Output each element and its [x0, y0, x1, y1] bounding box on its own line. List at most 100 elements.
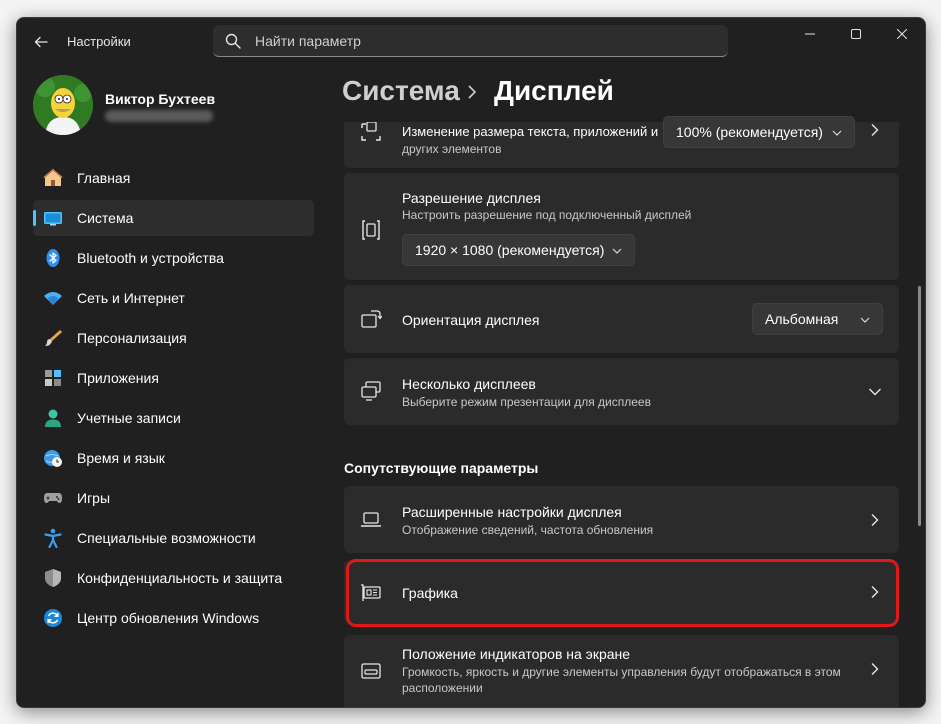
brush-icon — [43, 328, 63, 348]
sidebar-item-label: Bluetooth и устройства — [77, 250, 224, 266]
advanced-display-subtitle: Отображение сведений, частота обновления — [402, 523, 654, 537]
laptop-icon — [360, 512, 382, 527]
home-icon — [43, 168, 63, 188]
sidebar-item-label: Конфиденциальность и защита — [77, 570, 283, 586]
sidebar-item-label: Сеть и Интернет — [77, 290, 185, 306]
chevron-down-icon — [832, 130, 842, 136]
scale-dropdown-value: 100% (рекомендуется) — [676, 124, 823, 140]
monitor-icon — [43, 208, 63, 228]
sidebar-item-label: Главная — [77, 170, 131, 186]
multiple-displays-subtitle: Выберите режим презентации для дисплеев — [402, 395, 651, 409]
sidebar-item-label: Персонализация — [77, 330, 187, 346]
user-name: Виктор Бухтеев — [105, 91, 216, 107]
orientation-dropdown[interactable]: Альбомная — [752, 303, 883, 335]
indicator-position-card[interactable]: Положение индикаторов на экране Громкост… — [344, 635, 899, 707]
chevron-right-icon — [871, 663, 879, 675]
sidebar-item-label: Система — [77, 210, 134, 226]
scale-setting-card: Изменение размера текста, приложений и д… — [344, 116, 899, 168]
shield-icon — [43, 568, 63, 588]
scale-subtitle: других элементов — [402, 142, 502, 156]
refresh-icon — [43, 608, 63, 628]
sidebar-item-label: Специальные возможности — [77, 530, 256, 546]
avatar[interactable] — [33, 75, 93, 135]
advanced-display-card[interactable]: Расширенные настройки дисплея Отображени… — [344, 486, 899, 553]
advanced-display-title: Расширенные настройки дисплея — [402, 504, 622, 520]
multiple-monitors-icon — [361, 381, 381, 401]
accessibility-icon — [43, 528, 63, 548]
graphics-title: Графика — [402, 585, 458, 601]
close-icon — [897, 29, 907, 39]
settings-window: Настройки Найти параметр Виктор Бухтеев — [16, 17, 926, 708]
sidebar-item-accessibility[interactable]: Специальные возможности — [33, 520, 314, 556]
sidebar-item-label: Игры — [77, 490, 111, 506]
orientation-setting-card: Ориентация дисплея Альбомная — [344, 285, 899, 353]
chevron-right-icon[interactable] — [868, 123, 882, 137]
resolution-setting-card: Разрешение дисплея Настроить разрешение … — [344, 173, 899, 280]
chevron-right-icon — [871, 514, 879, 526]
scale-title: Изменение размера текста, приложений и — [402, 124, 659, 139]
user-avatar-icon — [33, 75, 93, 135]
multiple-displays-title: Несколько дисплеев — [402, 376, 536, 392]
page-title: Дисплей — [494, 75, 614, 106]
close-button[interactable] — [879, 18, 925, 50]
maximize-button[interactable] — [833, 18, 879, 50]
sidebar-item-label: Центр обновления Windows — [77, 610, 260, 626]
orientation-dropdown-value: Альбомная — [765, 311, 839, 327]
person-icon — [43, 408, 63, 428]
sidebar-item-apps[interactable]: Приложения — [33, 360, 314, 396]
breadcrumb-parent[interactable]: Система — [342, 75, 460, 107]
globe-clock-icon — [43, 448, 63, 468]
resize-icon — [361, 122, 381, 141]
sidebar-item-label: Приложения — [77, 370, 159, 386]
rotate-screen-icon — [361, 310, 382, 328]
sidebar-item-bluetooth[interactable]: Bluetooth и устройства — [33, 240, 314, 276]
sidebar-item-label: Время и язык — [77, 450, 165, 466]
related-settings-heading: Сопутствующие параметры — [344, 460, 539, 476]
graphics-card[interactable]: Графика — [344, 560, 899, 624]
search-input[interactable]: Найти параметр — [213, 25, 728, 57]
chevron-right-icon — [871, 586, 879, 598]
app-title: Настройки — [67, 34, 131, 49]
chevron-down-icon — [869, 388, 881, 396]
wifi-icon — [43, 288, 63, 308]
sidebar-item-system[interactable]: Система — [33, 200, 314, 236]
indicator-position-subtitle-2: расположении — [402, 681, 483, 695]
sidebar-item-gaming[interactable]: Игры — [33, 480, 314, 516]
gpu-icon — [361, 584, 381, 601]
sidebar-item-label: Учетные записи — [77, 410, 181, 426]
chevron-right-icon — [468, 85, 477, 99]
minimize-button[interactable] — [787, 18, 833, 50]
sidebar-item-time-language[interactable]: Время и язык — [33, 440, 314, 476]
resolution-dropdown[interactable]: 1920 × 1080 (рекомендуется) — [402, 234, 635, 266]
sidebar-item-home[interactable]: Главная — [33, 160, 314, 196]
multiple-displays-card[interactable]: Несколько дисплеев Выберите режим презен… — [344, 358, 899, 425]
chevron-down-icon — [860, 317, 870, 323]
apps-icon — [43, 368, 63, 388]
sidebar-item-privacy[interactable]: Конфиденциальность и защита — [33, 560, 314, 596]
resolution-title: Разрешение дисплея — [402, 190, 541, 206]
sidebar-item-network[interactable]: Сеть и Интернет — [33, 280, 314, 316]
arrow-left-icon — [34, 36, 48, 48]
minimize-icon — [805, 33, 815, 35]
bluetooth-icon — [43, 248, 63, 268]
chevron-down-icon — [612, 248, 622, 254]
sidebar-item-personalization[interactable]: Персонализация — [33, 320, 314, 356]
user-email-blurred — [105, 110, 213, 122]
search-placeholder: Найти параметр — [255, 32, 361, 49]
scale-dropdown[interactable]: 100% (рекомендуется) — [663, 116, 855, 148]
indicator-position-title: Положение индикаторов на экране — [402, 646, 631, 662]
resolution-subtitle: Настроить разрешение под подключенный ди… — [402, 208, 692, 222]
sidebar-nav: Главная Система Bluetooth и устройства С… — [33, 160, 314, 640]
screen-indicator-icon — [361, 663, 381, 679]
content-scrollbar[interactable] — [918, 286, 921, 526]
gamepad-icon — [43, 488, 63, 508]
search-icon — [225, 33, 241, 49]
indicator-position-subtitle-1: Громкость, яркость и другие элементы упр… — [402, 665, 841, 679]
orientation-title: Ориентация дисплея — [402, 312, 540, 328]
sidebar-item-windows-update[interactable]: Центр обновления Windows — [33, 600, 314, 636]
resolution-dropdown-value: 1920 × 1080 (рекомендуется) — [415, 242, 605, 258]
back-button[interactable] — [29, 30, 53, 54]
maximize-icon — [851, 29, 861, 39]
resolution-icon — [362, 220, 380, 240]
sidebar-item-accounts[interactable]: Учетные записи — [33, 400, 314, 436]
